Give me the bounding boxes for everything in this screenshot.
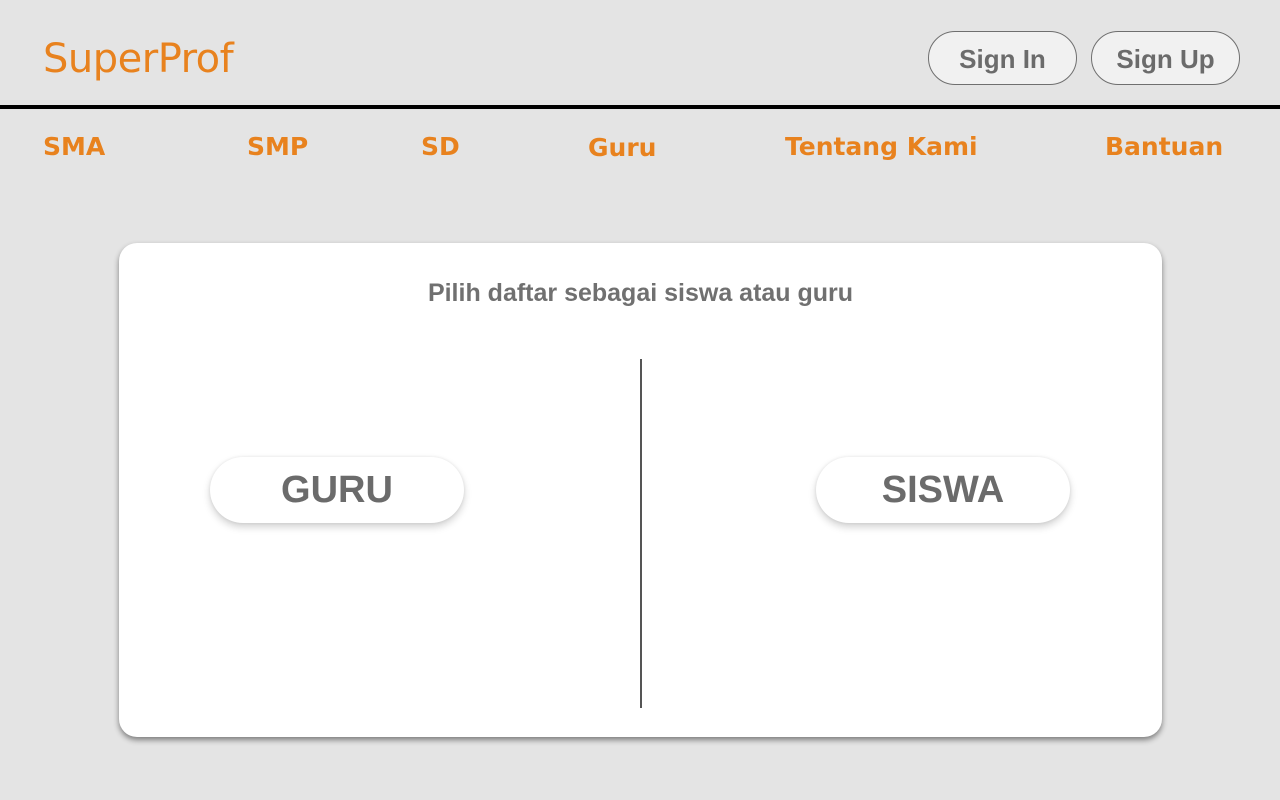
nav-item-bantuan[interactable]: Bantuan [1105,130,1223,164]
nav-item-smp[interactable]: SMP [247,130,308,164]
page: SuperProf Sign In Sign Up SMA SMP SD Gur… [0,0,1280,800]
header-divider [0,105,1280,109]
nav-item-guru[interactable]: Guru [588,131,656,165]
sign-in-button[interactable]: Sign In [928,31,1077,85]
nav-item-sma[interactable]: SMA [43,130,105,164]
nav-item-sd[interactable]: SD [421,130,460,164]
guru-button[interactable]: GURU [210,457,464,523]
card-divider [640,359,642,708]
role-selection-card: Pilih daftar sebagai siswa atau guru GUR… [119,243,1162,737]
logo[interactable]: SuperProf [43,33,234,85]
card-title: Pilih daftar sebagai siswa atau guru [427,279,854,307]
nav-item-tentang-kami[interactable]: Tentang Kami [785,130,978,164]
header: SuperProf Sign In Sign Up [0,0,1280,106]
sign-up-button[interactable]: Sign Up [1091,31,1240,85]
siswa-button[interactable]: SISWA [816,457,1070,523]
